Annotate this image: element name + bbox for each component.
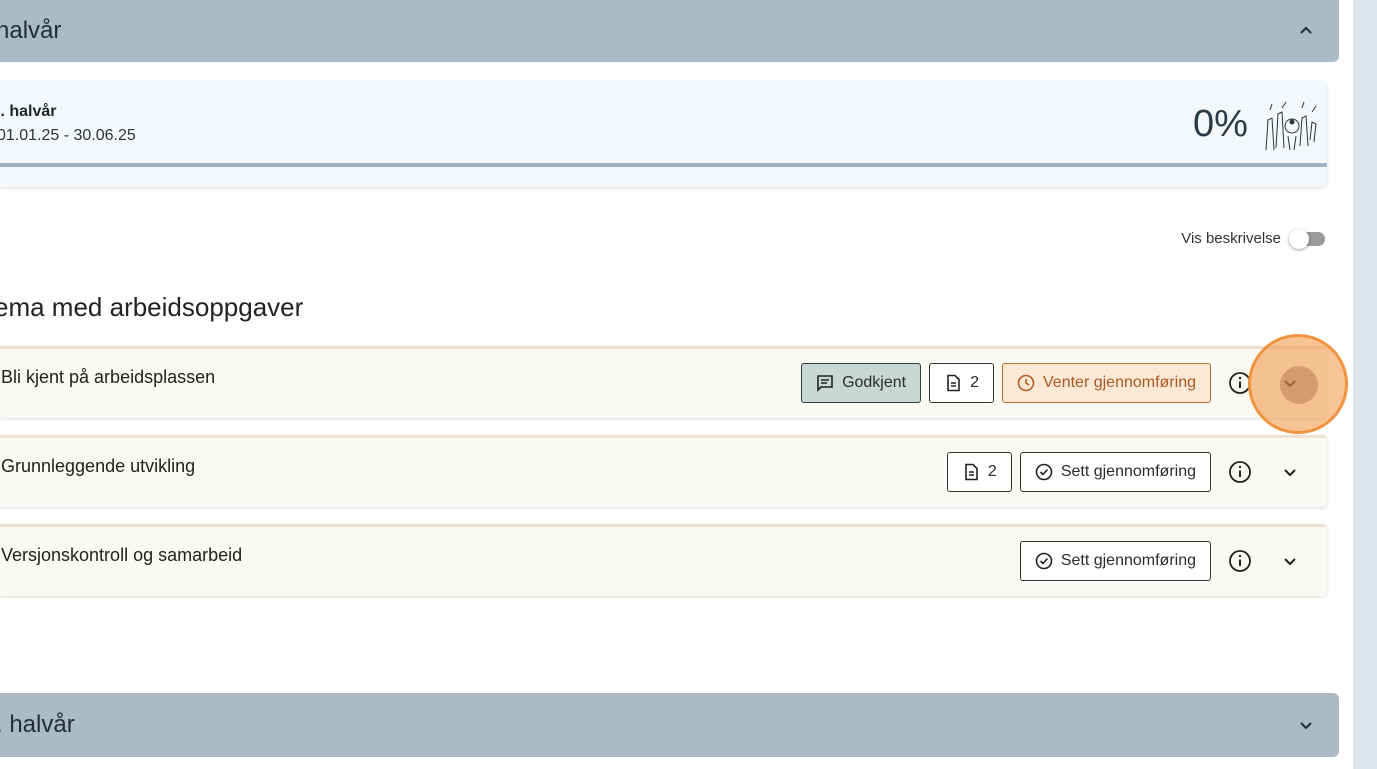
period-progress-bar	[0, 163, 1327, 167]
toggle-knob[interactable]	[1289, 228, 1309, 249]
info-icon	[1229, 550, 1251, 572]
status-label: Sett gjennomføring	[1060, 463, 1196, 480]
click-highlight	[1248, 334, 1348, 434]
documents-button[interactable]: 2	[929, 363, 995, 403]
set-status-button[interactable]: Sett gjennomføring	[1019, 452, 1211, 492]
document-count: 2	[987, 463, 997, 480]
clock-icon	[1017, 374, 1035, 392]
task-title: Bli kjent på arbeidsplassen	[1, 367, 216, 387]
info-button[interactable]	[1219, 452, 1261, 492]
expand-button[interactable]	[1269, 541, 1311, 581]
approved-button[interactable]: Godkjent	[801, 363, 922, 403]
status-label: Venter gjennomføring	[1043, 374, 1196, 391]
section-heading: ema med arbeidsoppgaver	[0, 292, 304, 322]
expand-button[interactable]	[1269, 452, 1311, 492]
celebration-illustration	[1265, 101, 1317, 151]
toggle-label: Vis beskrivelse	[1181, 230, 1281, 247]
section-header-first-half[interactable]: halvår	[0, 0, 1339, 62]
section-title: halvår	[0, 17, 62, 44]
status-label: Sett gjennomføring	[1060, 552, 1196, 569]
document-icon	[947, 374, 960, 392]
chevron-down-icon[interactable]	[1297, 716, 1315, 734]
task-title: Grunnleggende utvikling	[1, 456, 196, 476]
status-button[interactable]: Venter gjennomføring	[1002, 363, 1211, 403]
period-name: l. halvår	[0, 103, 57, 120]
period-percent: 0%	[1193, 103, 1248, 145]
task-row: Grunnleggende utvikling 2 Sett gjennomfø…	[0, 435, 1327, 507]
info-button[interactable]	[1219, 541, 1261, 581]
approved-label: Godkjent	[842, 374, 907, 391]
description-toggle[interactable]	[1289, 228, 1325, 249]
description-toggle-row: Vis beskrivelse	[1181, 228, 1325, 249]
chevron-down-icon	[1284, 469, 1296, 477]
period-card: l. halvår 01.01.25 - 30.06.25 0%	[0, 81, 1327, 187]
scrollbar-track[interactable]	[1353, 0, 1377, 769]
period-dates: 01.01.25 - 30.06.25	[0, 127, 136, 144]
chevron-up-icon[interactable]	[1297, 22, 1315, 40]
check-circle-icon	[1035, 463, 1053, 481]
document-count: 2	[970, 374, 980, 391]
document-icon	[965, 463, 978, 481]
task-row: Versjonskontroll og samarbeid Sett gjenn…	[0, 524, 1327, 596]
task-row: Bli kjent på arbeidsplassen Godkjent 2 V…	[0, 346, 1327, 418]
section-title: . halvår	[0, 711, 75, 738]
info-icon	[1229, 461, 1251, 483]
chevron-down-icon	[1284, 558, 1296, 566]
set-status-button[interactable]: Sett gjennomføring	[1019, 541, 1211, 581]
section-header-second-half[interactable]: . halvår	[0, 693, 1339, 757]
comment-icon	[817, 375, 833, 392]
task-title: Versjonskontroll og samarbeid	[1, 545, 243, 565]
click-highlight-center	[1280, 366, 1318, 404]
check-circle-icon	[1035, 552, 1053, 570]
documents-button[interactable]: 2	[946, 452, 1012, 492]
